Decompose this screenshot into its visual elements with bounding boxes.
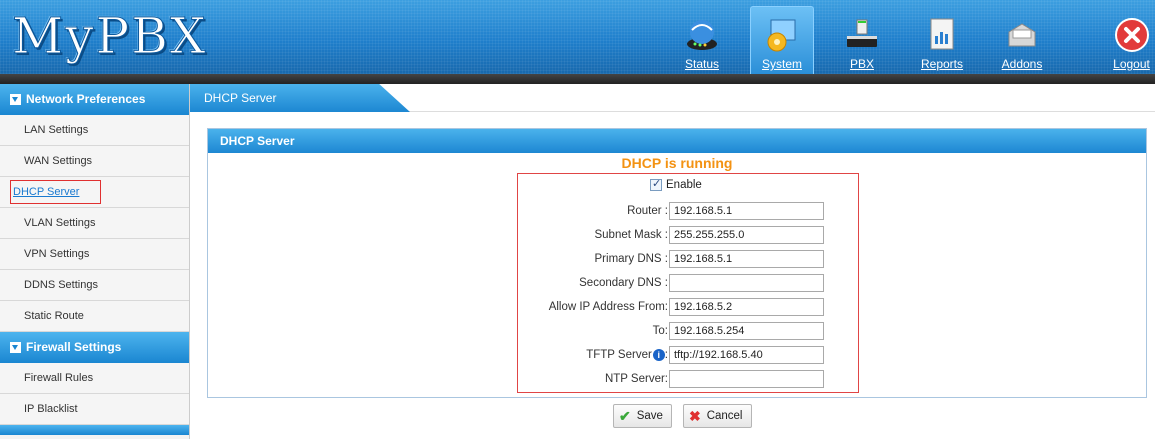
status-icon (682, 15, 722, 55)
dhcp-status-text: DHCP is running (621, 155, 733, 171)
logout-label: Logout (1113, 57, 1150, 71)
tftp-server-row: TFTP Server i: (518, 346, 858, 366)
sidebar-item-label: IP Blacklist (24, 403, 78, 415)
pbx-icon (842, 15, 882, 55)
tftp-server-input[interactable] (669, 346, 824, 364)
nav-system[interactable]: System (750, 6, 814, 74)
panel-title: DHCP Server (208, 129, 1146, 153)
form-buttons: ✔ Save ✖ Cancel (613, 404, 752, 428)
enable-label: Enable (666, 179, 702, 191)
sidebar-section-firewall-settings[interactable]: Firewall Settings (0, 332, 189, 363)
nav-system-label: System (761, 57, 802, 71)
sidebar-section-label: Firewall Settings (26, 340, 122, 354)
nav-reports[interactable]: Reports (910, 0, 974, 74)
sidebar-item-label: Static Route (24, 310, 84, 322)
cancel-label: Cancel (706, 410, 743, 422)
top-header: MyPBX Status System PBX Reports Addons L… (0, 0, 1155, 74)
sidebar-item-dhcp-server[interactable]: DHCP Server (0, 177, 189, 208)
collapse-icon (10, 94, 21, 105)
sidebar-item-firewall-rules[interactable]: Firewall Rules (0, 363, 189, 394)
sidebar-item-ip-blacklist[interactable]: IP Blacklist (0, 394, 189, 425)
logout-button[interactable]: Logout (1108, 0, 1155, 74)
sidebar-item-label: VLAN Settings (24, 217, 96, 229)
logout-icon (1112, 15, 1152, 55)
router-input[interactable] (669, 202, 824, 220)
sidebar-section-next[interactable] (0, 425, 189, 435)
nav-status-label: Status (684, 57, 720, 71)
save-button[interactable]: ✔ Save (613, 404, 672, 428)
checkmark-icon: ✔ (619, 407, 631, 424)
enable-checkbox[interactable] (650, 177, 662, 191)
subnet-mask-row: Subnet Mask : (518, 226, 858, 246)
tftp-server-label-wrap: TFTP Server i: (586, 349, 668, 361)
enable-checkbox-row[interactable]: Enable (650, 177, 702, 191)
secondary-dns-input[interactable] (669, 274, 824, 292)
sidebar-item-vpn-settings[interactable]: VPN Settings (0, 239, 189, 270)
router-row: Router : (518, 202, 858, 222)
to-row: To: (518, 322, 858, 342)
tftp-server-label-suffix: : (664, 349, 668, 361)
router-label: Router : (627, 205, 668, 217)
header-divider (0, 74, 1155, 84)
allow-from-input[interactable] (669, 298, 824, 316)
collapse-icon (10, 342, 21, 353)
sidebar-item-label: DDNS Settings (24, 279, 98, 291)
secondary-dns-row: Secondary DNS : (518, 274, 858, 294)
mypbx-logo: MyPBX (11, 7, 208, 66)
ntp-server-row: NTP Server: (518, 370, 858, 390)
to-input[interactable] (669, 322, 824, 340)
main-nav: Status System PBX Reports Addons (670, 0, 1070, 74)
addons-icon (1002, 15, 1042, 55)
nav-addons[interactable]: Addons (990, 0, 1054, 74)
secondary-dns-label: Secondary DNS : (579, 277, 668, 289)
nav-reports-label: Reports (920, 57, 964, 71)
primary-dns-input[interactable] (669, 250, 824, 268)
nav-pbx[interactable]: PBX (830, 0, 894, 74)
allow-from-row: Allow IP Address From: (518, 298, 858, 318)
dhcp-form: Enable Router : Subnet Mask : Primary DN… (517, 173, 859, 393)
sidebar: Network Preferences LAN Settings WAN Set… (0, 84, 190, 439)
subnet-mask-input[interactable] (669, 226, 824, 244)
info-icon[interactable]: i (652, 349, 665, 361)
nav-addons-label: Addons (1001, 57, 1043, 71)
allow-from-label: Allow IP Address From: (548, 301, 668, 313)
save-label: Save (636, 410, 663, 422)
sidebar-item-lan-settings[interactable]: LAN Settings (0, 115, 189, 146)
to-label: To: (652, 325, 668, 337)
nav-pbx-label: PBX (849, 57, 874, 71)
ntp-server-label: NTP Server: (604, 373, 668, 385)
sidebar-item-static-route[interactable]: Static Route (0, 301, 189, 332)
nav-status[interactable]: Status (670, 0, 734, 74)
sidebar-item-label: LAN Settings (24, 124, 89, 136)
sidebar-item-label: DHCP Server (10, 180, 102, 204)
sidebar-item-ddns-settings[interactable]: DDNS Settings (0, 270, 189, 301)
sidebar-item-label: WAN Settings (24, 155, 93, 167)
subnet-mask-label: Subnet Mask : (594, 229, 668, 241)
tab-dhcp-server[interactable]: DHCP Server (190, 84, 410, 112)
sidebar-section-network-preferences[interactable]: Network Preferences (0, 84, 189, 115)
system-icon (762, 15, 802, 55)
tab-bar: DHCP Server (190, 84, 1155, 112)
sidebar-item-label: VPN Settings (24, 248, 90, 260)
cancel-button[interactable]: ✖ Cancel (682, 404, 752, 428)
sidebar-item-label: Firewall Rules (24, 372, 94, 384)
reports-icon (922, 15, 962, 55)
dhcp-server-panel: DHCP Server DHCP is running Enable Route… (207, 128, 1147, 398)
cancel-x-icon: ✖ (688, 407, 701, 424)
primary-dns-label: Primary DNS : (594, 253, 668, 265)
sidebar-item-wan-settings[interactable]: WAN Settings (0, 146, 189, 177)
tftp-server-label: TFTP Server (586, 349, 652, 361)
primary-dns-row: Primary DNS : (518, 250, 858, 270)
sidebar-section-label: Network Preferences (26, 92, 146, 106)
sidebar-item-vlan-settings[interactable]: VLAN Settings (0, 208, 189, 239)
ntp-server-input[interactable] (669, 370, 824, 388)
